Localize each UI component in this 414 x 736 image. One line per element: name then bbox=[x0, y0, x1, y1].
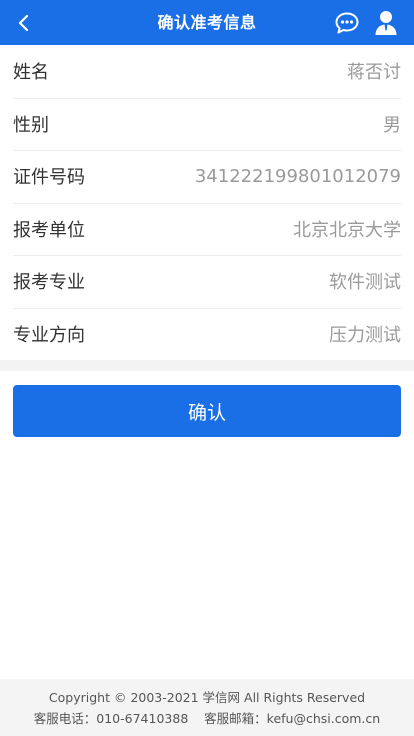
footer: Copyright © 2003-2021 学信网 All Rights Res… bbox=[0, 679, 414, 736]
id-number-row: 证件号码 341222199801012079 bbox=[0, 150, 414, 203]
major-value: 软件测试 bbox=[329, 272, 401, 294]
direction-label: 专业方向 bbox=[13, 324, 85, 346]
unit-label: 报考单位 bbox=[13, 219, 85, 241]
gender-row: 性别 男 bbox=[0, 97, 414, 151]
id-number-label: 证件号码 bbox=[13, 167, 85, 189]
major-label: 报考专业 bbox=[13, 272, 85, 294]
unit-row: 报考单位 北京北京大学 bbox=[0, 202, 414, 256]
major-row: 报考专业 软件测试 bbox=[0, 255, 414, 308]
unit-value: 北京北京大学 bbox=[293, 219, 401, 241]
exam-info-list: 姓名 蒋否讨 性别 男 证件号码 341222199801012079 报考单位… bbox=[0, 45, 414, 360]
footer-copyright: Copyright © 2003-2021 学信网 All Rights Res… bbox=[48, 690, 366, 705]
name-value: 蒋否讨 bbox=[347, 62, 401, 84]
confirm-button[interactable]: 确认 bbox=[13, 385, 401, 437]
chevron-left-icon bbox=[18, 14, 29, 31]
chat-bubble-icon bbox=[335, 12, 359, 34]
page: 确认准考信息 姓名 蒋否讨 性别 男 证件号码 3412221998010120… bbox=[0, 0, 414, 736]
chat-button[interactable] bbox=[332, 9, 362, 37]
name-row: 姓名 蒋否讨 bbox=[0, 45, 414, 98]
gender-value: 男 bbox=[383, 114, 401, 136]
direction-value: 压力测试 bbox=[329, 324, 401, 346]
user-button[interactable] bbox=[371, 8, 401, 38]
footer-contact: 客服电话：010-67410388 客服邮箱：kefu@chsi.com.cn bbox=[33, 711, 381, 726]
top-bar: 确认准考信息 bbox=[0, 0, 414, 45]
back-button[interactable] bbox=[6, 6, 42, 39]
id-number-value: 341222199801012079 bbox=[194, 165, 401, 187]
name-label: 姓名 bbox=[13, 62, 49, 84]
user-icon bbox=[375, 11, 397, 35]
gender-label: 性别 bbox=[13, 114, 49, 136]
direction-row: 专业方向 压力测试 bbox=[0, 307, 414, 361]
section-divider bbox=[0, 360, 414, 371]
